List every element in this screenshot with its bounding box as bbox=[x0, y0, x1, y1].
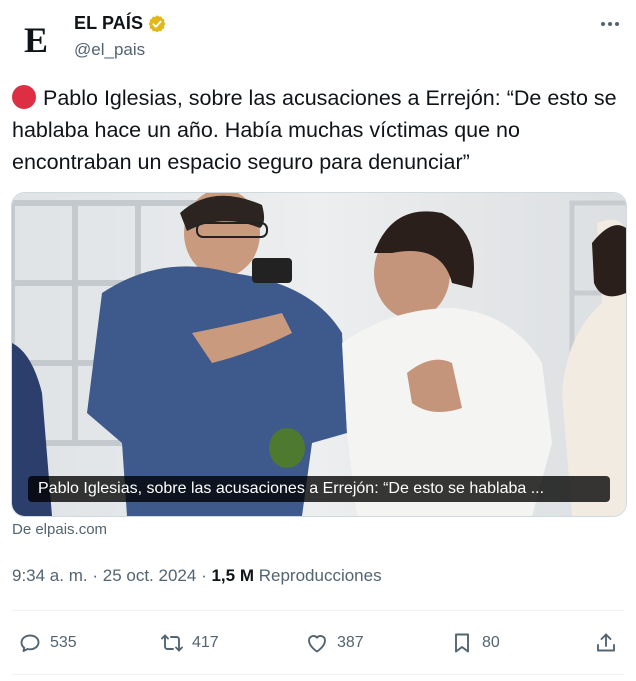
divider bbox=[12, 610, 624, 611]
red-circle-icon bbox=[12, 85, 36, 109]
divider bbox=[12, 674, 624, 675]
link-source[interactable]: De elpais.com bbox=[12, 521, 107, 538]
reply-button[interactable]: 535 bbox=[18, 623, 77, 663]
meta-separator: · bbox=[201, 566, 207, 585]
reply-count: 535 bbox=[50, 634, 77, 651]
media-photo bbox=[12, 193, 626, 516]
media-caption: Pablo Iglesias, sobre las acusaciones a … bbox=[28, 476, 610, 502]
tweet-text: Pablo Iglesias, sobre las acusaciones a … bbox=[12, 82, 624, 178]
bookmark-count: 80 bbox=[482, 634, 500, 651]
heart-icon bbox=[308, 635, 326, 653]
tweet-header: E EL PAÍS @el_pais bbox=[0, 0, 636, 72]
avatar-logo: E bbox=[23, 20, 48, 60]
bookmark-icon bbox=[455, 633, 469, 653]
verified-badge-icon bbox=[148, 14, 166, 32]
tweet-time[interactable]: 9:34 a. m. bbox=[12, 566, 88, 585]
views-count: 1,5 M bbox=[211, 566, 254, 585]
share-button[interactable] bbox=[594, 623, 626, 663]
share-icon bbox=[597, 633, 615, 652]
like-count: 387 bbox=[337, 634, 364, 651]
action-bar: 535 417 387 80 bbox=[0, 623, 636, 663]
media-card[interactable]: Pablo Iglesias, sobre las acusaciones a … bbox=[11, 192, 627, 517]
display-name[interactable]: EL PAÍS bbox=[74, 13, 143, 34]
repost-button[interactable]: 417 bbox=[160, 623, 219, 663]
like-button[interactable]: 387 bbox=[305, 623, 364, 663]
repost-count: 417 bbox=[192, 634, 219, 651]
user-handle[interactable]: @el_pais bbox=[74, 40, 145, 60]
tweet-date[interactable]: 25 oct. 2024 bbox=[103, 566, 197, 585]
reply-icon bbox=[20, 634, 40, 652]
meta-separator: · bbox=[92, 566, 99, 585]
more-options-icon[interactable] bbox=[596, 12, 624, 36]
tweet-body: Pablo Iglesias, sobre las acusaciones a … bbox=[12, 86, 617, 174]
avatar[interactable]: E bbox=[10, 14, 62, 66]
views-label: Reproducciones bbox=[258, 566, 382, 585]
repost-icon bbox=[161, 634, 183, 652]
name-row: EL PAÍS bbox=[74, 13, 167, 34]
bookmark-button[interactable]: 80 bbox=[450, 623, 500, 663]
tweet-meta: 9:34 a. m. · 25 oct. 2024 · 1,5 M Reprod… bbox=[12, 566, 382, 586]
